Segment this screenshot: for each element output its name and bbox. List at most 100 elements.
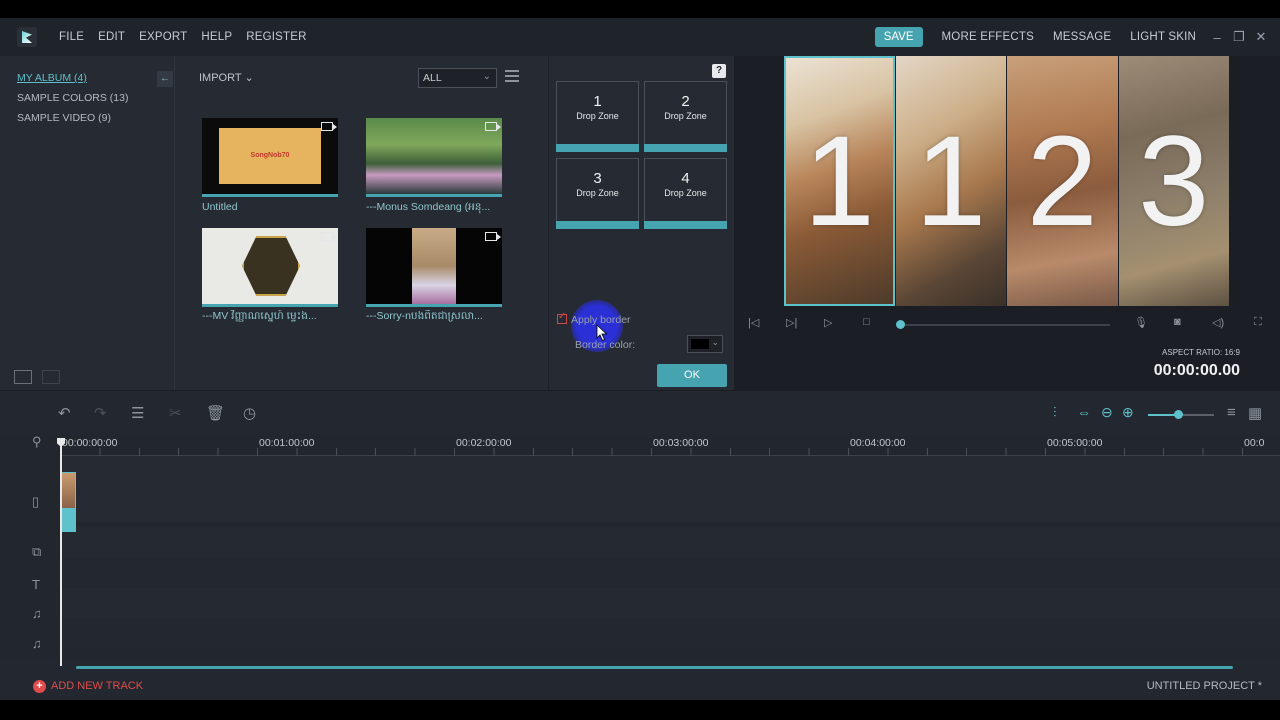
menu-export[interactable]: EXPORT bbox=[139, 31, 187, 43]
timeline-ruler[interactable]: 00:00:00:00 00:01:00:00 00:02:00:00 00:0… bbox=[60, 434, 1280, 456]
video-camera-icon bbox=[321, 232, 337, 241]
drop-zone-number: 4 bbox=[681, 170, 690, 187]
preview-panel: 1 1 2 3 |◁ ▷| ▷ □ 🎙 ◙ ◁) ⛶ ASPECT RATIO:… bbox=[734, 56, 1280, 390]
audio-mixer-icon[interactable]: ⫶ bbox=[1053, 404, 1057, 421]
add-track-label: ADD NEW TRACK bbox=[51, 680, 144, 692]
drop-zone-label: Drop Zone bbox=[576, 111, 619, 121]
timeline-scrollbar[interactable] bbox=[76, 666, 1233, 669]
music-track-2[interactable] bbox=[60, 618, 1280, 648]
minimize-icon[interactable]: – bbox=[1206, 30, 1228, 45]
zoom-in-icon[interactable]: ⊕ bbox=[1122, 404, 1134, 421]
music-track-1[interactable] bbox=[60, 588, 1280, 618]
media-thumb-monus[interactable] bbox=[366, 118, 502, 197]
snap-icon[interactable]: ⚲ bbox=[32, 434, 42, 450]
preview-pane-1[interactable]: 1 bbox=[784, 56, 895, 306]
preview-pane-number: 1 bbox=[915, 110, 987, 253]
preview-pane-4[interactable]: 3 bbox=[1118, 56, 1229, 306]
text-track[interactable] bbox=[60, 558, 1280, 588]
skip-back-icon[interactable]: |◁ bbox=[748, 316, 759, 329]
drop-zone-4[interactable]: 4 Drop Zone bbox=[644, 158, 727, 229]
import-dropdown[interactable]: IMPORT ⌄ bbox=[199, 71, 254, 84]
aspect-ratio-label: ASPECT RATIO: 16:9 bbox=[1162, 348, 1240, 357]
plus-icon: + bbox=[33, 680, 46, 693]
menu-file[interactable]: FILE bbox=[59, 31, 84, 43]
playback-controls: |◁ ▷| ▷ □ 🎙 ◙ ◁) ⛶ bbox=[734, 308, 1280, 338]
microphone-icon[interactable]: 🎙 bbox=[1134, 316, 1148, 329]
thumb-overlay-text: SongNob70 bbox=[219, 128, 321, 184]
media-thumb-untitled[interactable]: SongNob70 bbox=[202, 118, 338, 197]
ok-button[interactable]: OK bbox=[657, 364, 727, 387]
drop-zone-1[interactable]: 1 Drop Zone bbox=[556, 81, 639, 152]
drop-zone-label: Drop Zone bbox=[576, 188, 619, 198]
list-view-icon[interactable] bbox=[505, 70, 519, 84]
ruler-ticks bbox=[60, 448, 1280, 456]
volume-icon[interactable]: ◁) bbox=[1212, 316, 1224, 329]
list-layout-icon[interactable]: ≡ bbox=[1227, 404, 1236, 421]
album-my-album[interactable]: MY ALBUM (4) bbox=[17, 72, 87, 84]
video-track-icon: ▯ bbox=[32, 494, 40, 509]
fullscreen-icon[interactable]: ⛶ bbox=[1254, 316, 1262, 329]
maximize-icon[interactable]: ❐ bbox=[1228, 29, 1250, 45]
drop-zone-3[interactable]: 3 Drop Zone bbox=[556, 158, 639, 229]
thumb-label: ---Sorry-nបងពិតជាស្រលា... bbox=[366, 310, 483, 322]
step-forward-icon[interactable]: ▷| bbox=[786, 316, 797, 329]
menu-bar: FILE EDIT EXPORT HELP REGISTER SAVE MORE… bbox=[0, 18, 1280, 56]
preview-pane-3[interactable]: 2 bbox=[1007, 56, 1118, 306]
delete-icon[interactable]: 🗑 bbox=[206, 404, 225, 422]
drop-zone-2[interactable]: 2 Drop Zone bbox=[644, 81, 727, 152]
media-thumb-mv[interactable] bbox=[202, 228, 338, 307]
menu-help[interactable]: HELP bbox=[201, 31, 232, 43]
message-link[interactable]: MESSAGE bbox=[1053, 31, 1111, 43]
video-clip[interactable] bbox=[61, 472, 76, 532]
color-swatch bbox=[691, 339, 709, 349]
video-track[interactable] bbox=[60, 456, 1280, 522]
album-list: MY ALBUM (4) SAMPLE COLORS (13) SAMPLE V… bbox=[0, 56, 175, 390]
add-new-track-button[interactable]: + ADD NEW TRACK bbox=[33, 680, 143, 693]
preview-pane-number: 3 bbox=[1138, 110, 1210, 253]
play-icon[interactable]: ▷ bbox=[824, 316, 832, 329]
drop-zone-label: Drop Zone bbox=[664, 188, 707, 198]
stop-icon[interactable]: □ bbox=[863, 316, 870, 328]
drop-zone-number: 3 bbox=[593, 170, 602, 187]
zoom-out-icon[interactable]: ⊖ bbox=[1101, 404, 1113, 421]
checkbox-icon[interactable] bbox=[557, 311, 567, 324]
playback-progress-bar[interactable] bbox=[900, 324, 1110, 326]
playback-scrubber[interactable] bbox=[896, 320, 905, 329]
border-color-label: Border color: bbox=[575, 339, 636, 351]
redo-icon[interactable]: ↷ bbox=[94, 404, 107, 422]
cut-icon[interactable]: ✂ bbox=[169, 404, 182, 422]
filter-select[interactable]: ALL ⌄ bbox=[418, 68, 497, 88]
grid-layout-icon[interactable]: ▦ bbox=[1248, 404, 1262, 422]
duration-icon[interactable]: ◷ bbox=[243, 404, 256, 422]
album-sample-video[interactable]: SAMPLE VIDEO (9) bbox=[17, 112, 111, 124]
undo-icon[interactable]: ↶ bbox=[58, 404, 71, 422]
split-screen-panel: ? 1 Drop Zone 2 Drop Zone 3 Drop Zone 4 … bbox=[548, 56, 734, 390]
menu-right-group: SAVE MORE EFFECTS MESSAGE LIGHT SKIN – ❐… bbox=[874, 18, 1280, 56]
playhead[interactable] bbox=[60, 438, 62, 666]
app-logo-icon bbox=[17, 27, 37, 47]
help-icon[interactable]: ? bbox=[712, 64, 726, 78]
border-color-picker[interactable]: ⌄ bbox=[687, 335, 723, 353]
menu-edit[interactable]: EDIT bbox=[98, 31, 125, 43]
media-thumb-sorry[interactable] bbox=[366, 228, 502, 307]
close-icon[interactable]: ✕ bbox=[1250, 29, 1272, 45]
menu-register[interactable]: REGISTER bbox=[246, 31, 306, 43]
adjust-icon[interactable]: ☰ bbox=[131, 404, 144, 422]
light-skin-link[interactable]: LIGHT SKIN bbox=[1130, 31, 1196, 43]
album-sample-colors[interactable]: SAMPLE COLORS (13) bbox=[17, 92, 128, 104]
apply-border-checkbox[interactable]: Apply border bbox=[557, 311, 631, 326]
thumb-label: ---Monus Somdeang (អនុ... bbox=[366, 201, 491, 213]
snapshot-icon[interactable]: ◙ bbox=[1174, 316, 1181, 328]
chevron-down-icon: ⌄ bbox=[711, 337, 719, 347]
preview-timecode: 00:00:00.00 bbox=[1153, 362, 1240, 379]
more-effects-link[interactable]: MORE EFFECTS bbox=[942, 31, 1035, 43]
collapse-arrow-icon[interactable]: ← bbox=[157, 71, 173, 87]
drop-zone-label: Drop Zone bbox=[664, 111, 707, 121]
pip-track[interactable] bbox=[60, 526, 1280, 558]
thumb-label: ---MV វិញ្ញាណស្នេហ៍ ម្ទេះង... bbox=[202, 310, 317, 322]
add-folder-icon[interactable] bbox=[14, 370, 32, 384]
zoom-slider-knob[interactable] bbox=[1174, 410, 1183, 419]
save-button[interactable]: SAVE bbox=[874, 27, 923, 47]
preview-pane-2[interactable]: 1 bbox=[895, 56, 1006, 306]
fit-timeline-icon[interactable]: ⇔ bbox=[1077, 404, 1091, 420]
